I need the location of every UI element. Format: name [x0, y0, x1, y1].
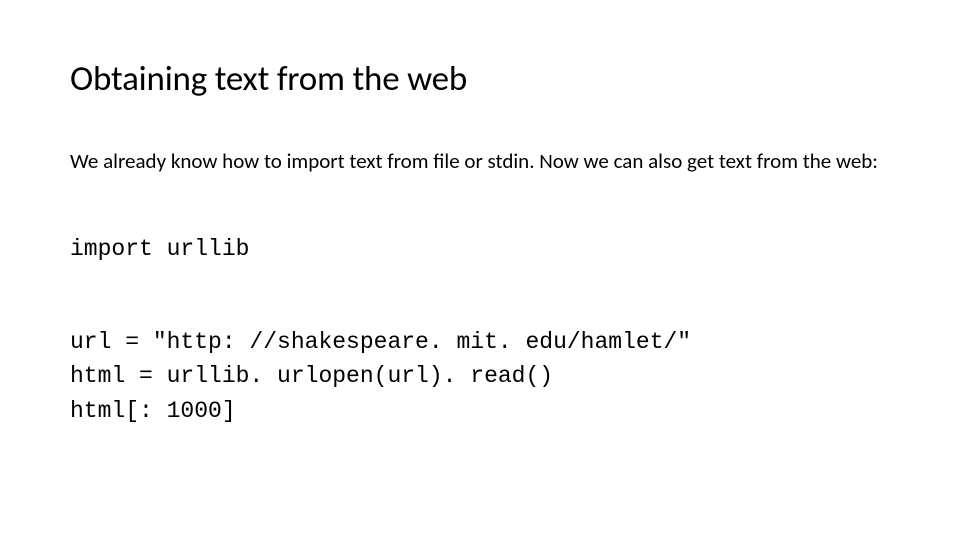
code-line-html-read: html = urllib. urlopen(url). read()	[70, 359, 890, 394]
slide-body-text: We already know how to import text from …	[70, 148, 890, 174]
code-line-url: url = "http: //shakespeare. mit. edu/ham…	[70, 325, 890, 360]
slide-title: Obtaining text from the web	[70, 58, 890, 100]
code-line-import: import urllib	[70, 232, 890, 267]
code-line-slice: html[: 1000]	[70, 394, 890, 429]
